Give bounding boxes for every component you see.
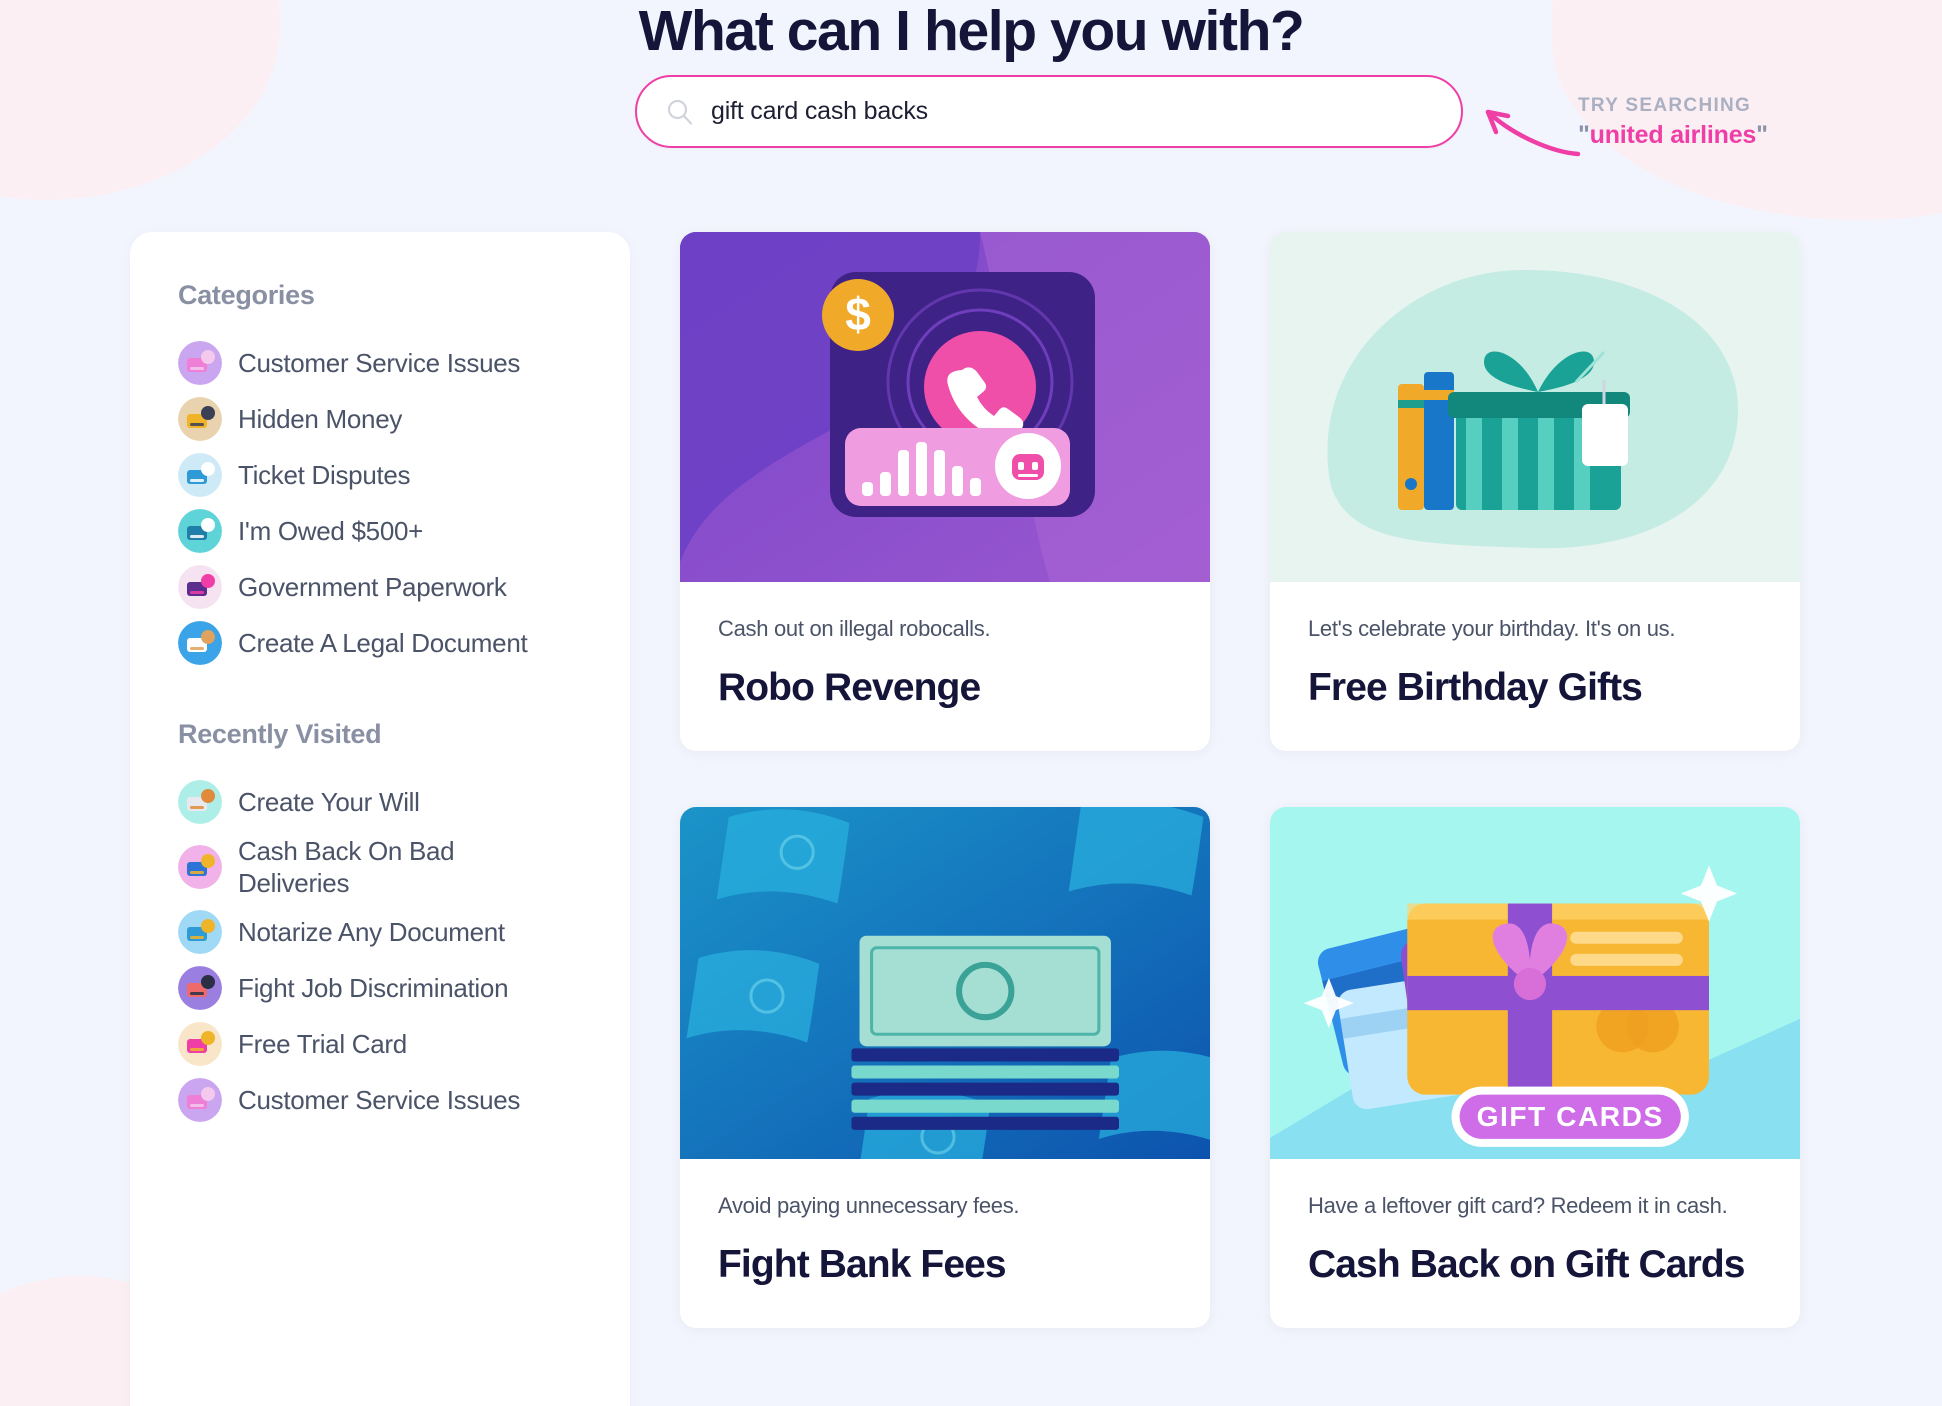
sidebar-recent-1[interactable]: Cash Back On Bad Deliveries <box>178 830 630 904</box>
sidebar-category-1[interactable]: Hidden Money <box>178 391 630 447</box>
categories-title: Categories <box>178 280 315 310</box>
search-input[interactable] <box>711 97 1433 126</box>
sidebar-category-label: Ticket Disputes <box>238 460 411 490</box>
gift-cards-illustration: GIFT CARDS <box>1270 807 1800 1159</box>
sidebar-recent-label: Create Your Will <box>238 787 420 817</box>
sidebar-recent-label: Fight Job Discrimination <box>238 973 509 1003</box>
sidebar-recent-label: Customer Service Issues <box>238 1085 521 1115</box>
page-title: What can I help you with? <box>638 0 1305 63</box>
sidebar-recent-5[interactable]: Customer Service Issues <box>178 1072 630 1128</box>
service-card-subtitle: Let's celebrate your birthday. It's on u… <box>1308 616 1676 641</box>
try-searching-term[interactable]: "united airlines" <box>1578 121 1918 150</box>
service-card-body: Avoid paying unnecessary fees. Fight Bank… <box>680 1159 1210 1328</box>
paperwork-icon <box>178 565 222 609</box>
legal-document-icon <box>178 621 222 665</box>
robocall-phone-illustration: $ <box>680 232 1210 582</box>
categories-list: Customer Service Issues Hidden Money Ticke… <box>178 335 630 671</box>
courthouse-icon <box>178 509 222 553</box>
curved-arrow-icon <box>1485 109 1581 157</box>
search-box[interactable] <box>635 75 1463 148</box>
try-searching-label: TRY SEARCHING <box>1578 95 1752 116</box>
app-root: What can I help you with? TRY SEARCHING … <box>0 0 1942 1406</box>
cash-bills-illustration <box>680 807 1210 1159</box>
sidebar-recent-4[interactable]: Free Trial Card <box>178 1016 630 1072</box>
service-card-title: Free Birthday Gifts <box>1308 666 1643 709</box>
service-card[interactable]: Avoid paying unnecessary fees. Fight Bank… <box>680 807 1210 1328</box>
sidebar: Categories Customer Service Issues Hidden… <box>130 232 630 1406</box>
search-bar[interactable] <box>635 75 1463 148</box>
sidebar-category-2[interactable]: Ticket Disputes <box>178 447 630 503</box>
recently-visited-title: Recently Visited <box>178 719 382 749</box>
service-card-title: Fight Bank Fees <box>718 1243 1007 1286</box>
customer-service-icon <box>178 341 222 385</box>
recently-visited-list: Create Your Will Cash Back On Bad Deliver… <box>178 774 630 1128</box>
svg-text:GIFT CARDS: GIFT CARDS <box>1477 1101 1664 1132</box>
sidebar-category-label: I'm Owed $500+ <box>238 516 424 546</box>
sidebar-category-0[interactable]: Customer Service Issues <box>178 335 630 391</box>
svg-text:$: $ <box>845 288 871 340</box>
service-card[interactable]: Let's celebrate your birthday. It's on u… <box>1270 232 1800 751</box>
quote-close: " <box>1756 121 1768 149</box>
service-card-title: Robo Revenge <box>718 666 981 709</box>
try-searching-block: TRY SEARCHING "united airlines" <box>1578 95 1918 150</box>
sidebar-recent-label: Free Trial Card <box>238 1029 407 1059</box>
service-card-body: Have a leftover gift card? Redeem it in … <box>1270 1159 1800 1328</box>
job-discrimination-icon <box>178 966 222 1010</box>
try-searching-term-text: united airlines <box>1589 121 1757 149</box>
customer-service-icon <box>178 1078 222 1122</box>
service-card[interactable]: GIFT CARDS Have a leftover gift card? Red… <box>1270 807 1800 1328</box>
sidebar-category-3[interactable]: I'm Owed $500+ <box>178 503 630 559</box>
service-card-subtitle: Cash out on illegal robocalls. <box>718 616 991 641</box>
service-card-subtitle: Have a leftover gift card? Redeem it in … <box>1308 1193 1728 1218</box>
free-trial-card-icon <box>178 1022 222 1066</box>
sidebar-recent-label: Notarize Any Document <box>238 917 505 947</box>
sidebar-recent-0[interactable]: Create Your Will <box>178 774 630 830</box>
service-card-body: Let's celebrate your birthday. It's on u… <box>1270 582 1800 751</box>
sidebar-category-4[interactable]: Government Paperwork <box>178 559 630 615</box>
parking-ticket-icon <box>178 453 222 497</box>
sidebar-recent-2[interactable]: Notarize Any Document <box>178 904 630 960</box>
service-card-subtitle: Avoid paying unnecessary fees. <box>718 1193 1020 1218</box>
sidebar-category-label: Hidden Money <box>238 404 403 434</box>
sidebar-category-label: Create A Legal Document <box>238 628 528 658</box>
treasure-chest-icon <box>178 397 222 441</box>
delivery-truck-icon <box>178 845 222 889</box>
service-card-body: Cash out on illegal robocalls. Robo Reven… <box>680 582 1210 751</box>
gift-boxes-illustration <box>1270 232 1800 582</box>
notary-icon <box>178 910 222 954</box>
service-card-grid: $ Cash out on illegal robocalls. Robo Reve… <box>680 232 1830 1328</box>
sidebar-category-label: Customer Service Issues <box>238 348 521 378</box>
sidebar-recent-label: Cash Back On Bad Deliveries <box>238 836 455 898</box>
quote-open: " <box>1578 121 1590 149</box>
service-card[interactable]: $ Cash out on illegal robocalls. Robo Reve… <box>680 232 1210 751</box>
sidebar-category-5[interactable]: Create A Legal Document <box>178 615 630 671</box>
search-icon <box>665 97 695 127</box>
sidebar-category-label: Government Paperwork <box>238 572 507 602</box>
sidebar-recent-3[interactable]: Fight Job Discrimination <box>178 960 630 1016</box>
service-card-title: Cash Back on Gift Cards <box>1308 1243 1745 1286</box>
quill-document-icon <box>178 780 222 824</box>
